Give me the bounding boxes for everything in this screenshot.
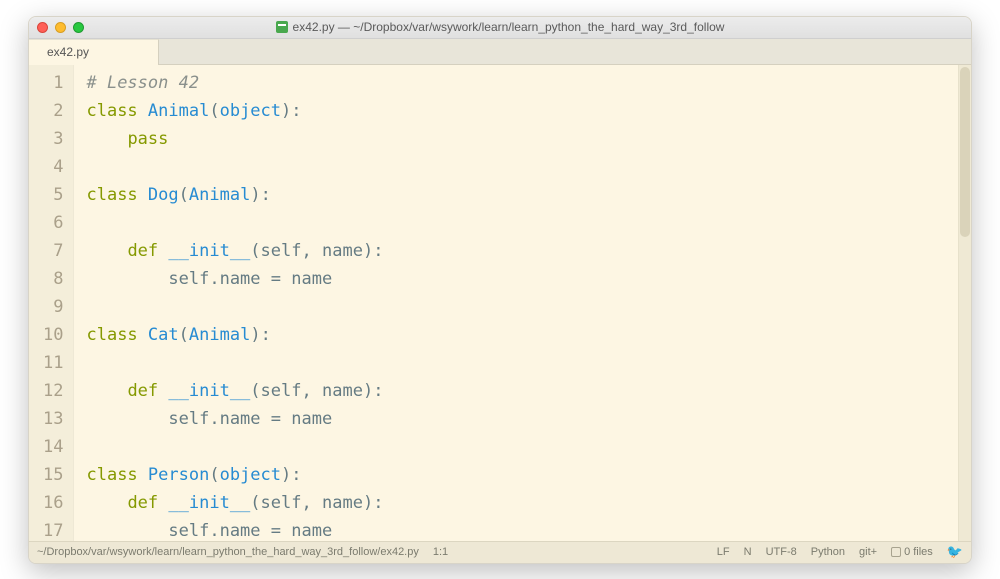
status-syntax[interactable]: Python	[811, 546, 845, 558]
code-line[interactable]: def __init__(self, name):	[86, 377, 971, 405]
status-bar: ~/Dropbox/var/wsywork/learn/learn_python…	[29, 541, 971, 563]
line-number: 5	[43, 181, 63, 209]
titlebar[interactable]: ex42.py — ~/Dropbox/var/wsywork/learn/le…	[29, 17, 971, 39]
status-mode: N	[744, 546, 752, 558]
line-number: 13	[43, 405, 63, 433]
zoom-icon[interactable]	[73, 22, 84, 33]
twitter-icon[interactable]: 🐦	[947, 544, 963, 560]
code-line[interactable]	[86, 153, 971, 181]
code-line[interactable]: self.name = name	[86, 265, 971, 293]
code-line[interactable]: def __init__(self, name):	[86, 489, 971, 517]
code-content[interactable]: # Lesson 42class Animal(object): pass cl…	[74, 65, 971, 541]
vertical-scrollbar[interactable]	[958, 65, 971, 541]
status-git[interactable]: git+	[859, 546, 877, 558]
tab-ex42[interactable]: ex42.py	[29, 39, 159, 65]
tab-bar[interactable]: ex42.py	[29, 39, 971, 65]
code-line[interactable]: class Person(object):	[86, 461, 971, 489]
status-files[interactable]: 0 files	[891, 546, 933, 558]
line-number: 7	[43, 237, 63, 265]
editor-window: ex42.py — ~/Dropbox/var/wsywork/learn/le…	[28, 16, 972, 564]
code-line[interactable]: class Dog(Animal):	[86, 181, 971, 209]
line-number: 17	[43, 517, 63, 541]
scrollbar-thumb[interactable]	[960, 67, 970, 237]
status-encoding[interactable]: UTF-8	[766, 546, 797, 558]
line-number: 12	[43, 377, 63, 405]
line-number: 10	[43, 321, 63, 349]
code-line[interactable]	[86, 433, 971, 461]
line-number: 15	[43, 461, 63, 489]
close-icon[interactable]	[37, 22, 48, 33]
line-number: 4	[43, 153, 63, 181]
line-number: 8	[43, 265, 63, 293]
code-line[interactable]: def __init__(self, name):	[86, 237, 971, 265]
code-line[interactable]	[86, 209, 971, 237]
line-number: 9	[43, 293, 63, 321]
window-title: ex42.py — ~/Dropbox/var/wsywork/learn/le…	[29, 20, 971, 34]
code-line[interactable]: class Animal(object):	[86, 97, 971, 125]
code-line[interactable]	[86, 293, 971, 321]
editor-area[interactable]: 1234567891011121314151617 # Lesson 42cla…	[29, 65, 971, 541]
code-line[interactable]	[86, 349, 971, 377]
line-number: 1	[43, 69, 63, 97]
line-number: 16	[43, 489, 63, 517]
window-title-text: ex42.py — ~/Dropbox/var/wsywork/learn/le…	[293, 20, 725, 34]
code-line[interactable]: pass	[86, 125, 971, 153]
python-file-icon	[276, 21, 288, 33]
code-line[interactable]: self.name = name	[86, 405, 971, 433]
code-line[interactable]: # Lesson 42	[86, 69, 971, 97]
line-number-gutter: 1234567891011121314151617	[29, 65, 74, 541]
status-path: ~/Dropbox/var/wsywork/learn/learn_python…	[37, 546, 419, 558]
status-files-label: 0 files	[904, 546, 933, 558]
line-number: 6	[43, 209, 63, 237]
status-line-ending[interactable]: LF	[717, 546, 730, 558]
status-cursor: 1:1	[433, 546, 448, 558]
minimize-icon[interactable]	[55, 22, 66, 33]
files-icon	[891, 547, 901, 557]
tab-label: ex42.py	[47, 45, 89, 59]
line-number: 14	[43, 433, 63, 461]
code-line[interactable]: self.name = name	[86, 517, 971, 541]
line-number: 11	[43, 349, 63, 377]
line-number: 3	[43, 125, 63, 153]
window-controls	[37, 22, 84, 33]
code-line[interactable]: class Cat(Animal):	[86, 321, 971, 349]
line-number: 2	[43, 97, 63, 125]
